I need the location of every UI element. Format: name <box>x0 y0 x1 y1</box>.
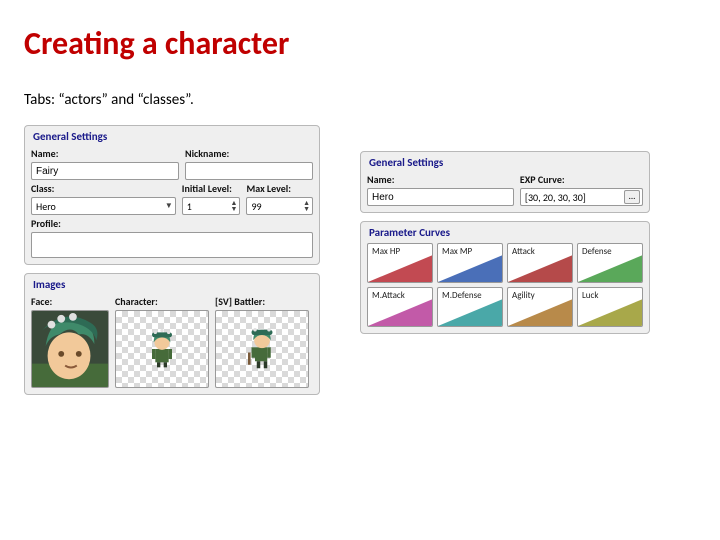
profile-input[interactable] <box>31 232 313 258</box>
curve-triangle-icon <box>578 288 642 326</box>
param-curve-max-mp[interactable]: Max MP <box>437 243 503 283</box>
profile-label: Profile: <box>31 217 313 230</box>
curve-triangle-icon <box>438 288 502 326</box>
sv-battler-label: [SV] Battler: <box>215 295 309 308</box>
max-level-stepper[interactable]: 99 ▲▼ <box>246 197 313 215</box>
initial-level-stepper[interactable]: 1 ▲▼ <box>182 197 241 215</box>
param-curve-defense[interactable]: Defense <box>577 243 643 283</box>
param-curve-m-attack[interactable]: M.Attack <box>367 287 433 327</box>
spinner-icon: ▲▼ <box>231 200 238 212</box>
images-heading: Images <box>31 276 313 293</box>
classes-panel: General Settings Name: EXP Curve: [30, 2… <box>360 151 650 342</box>
param-curve-m-defense[interactable]: M.Defense <box>437 287 503 327</box>
face-label: Face: <box>31 295 109 308</box>
face-portrait-icon <box>32 310 108 388</box>
character-label: Character: <box>115 295 209 308</box>
curve-triangle-icon <box>438 244 502 282</box>
exp-curve-value: [30, 20, 30, 30] <box>525 191 586 204</box>
spinner-icon: ▲▼ <box>303 200 310 212</box>
curve-triangle-icon <box>368 244 432 282</box>
exp-curve-edit-button[interactable]: ... <box>624 190 640 204</box>
actors-general-heading: General Settings <box>31 128 313 145</box>
character-image-picker[interactable] <box>115 310 209 388</box>
initial-level-value: 1 <box>187 200 192 213</box>
nickname-label: Nickname: <box>185 147 313 160</box>
face-image-picker[interactable] <box>31 310 109 388</box>
class-label: Class: <box>31 182 176 195</box>
curve-triangle-icon <box>508 288 572 326</box>
actors-panel: General Settings Name: Nickname: <box>24 125 320 403</box>
class-name-label: Name: <box>367 173 514 186</box>
curve-triangle-icon <box>508 244 572 282</box>
class-select[interactable]: Hero ▼ <box>31 197 176 215</box>
exp-curve-label: EXP Curve: <box>520 173 643 186</box>
classes-general-heading: General Settings <box>367 154 643 171</box>
battler-sprite-icon <box>241 328 283 370</box>
parameter-curves-heading: Parameter Curves <box>367 224 643 241</box>
param-curve-luck[interactable]: Luck <box>577 287 643 327</box>
chevron-down-icon: ▼ <box>165 201 173 211</box>
param-curve-attack[interactable]: Attack <box>507 243 573 283</box>
class-name-input[interactable] <box>367 188 514 206</box>
character-sprite-icon <box>142 329 182 369</box>
max-level-value: 99 <box>251 200 261 213</box>
initial-level-label: Initial Level: <box>182 182 241 195</box>
class-select-value: Hero <box>36 200 56 213</box>
name-input[interactable] <box>31 162 179 180</box>
curve-triangle-icon <box>578 244 642 282</box>
nickname-input[interactable] <box>185 162 313 180</box>
param-curve-max-hp[interactable]: Max HP <box>367 243 433 283</box>
subtitle-text: Tabs: “actors” and “classes”. <box>24 91 696 109</box>
curve-triangle-icon <box>368 288 432 326</box>
param-curve-agility[interactable]: Agility <box>507 287 573 327</box>
sv-battler-image-picker[interactable] <box>215 310 309 388</box>
max-level-label: Max Level: <box>246 182 313 195</box>
page-title: Creating a character <box>24 24 696 63</box>
name-label: Name: <box>31 147 179 160</box>
